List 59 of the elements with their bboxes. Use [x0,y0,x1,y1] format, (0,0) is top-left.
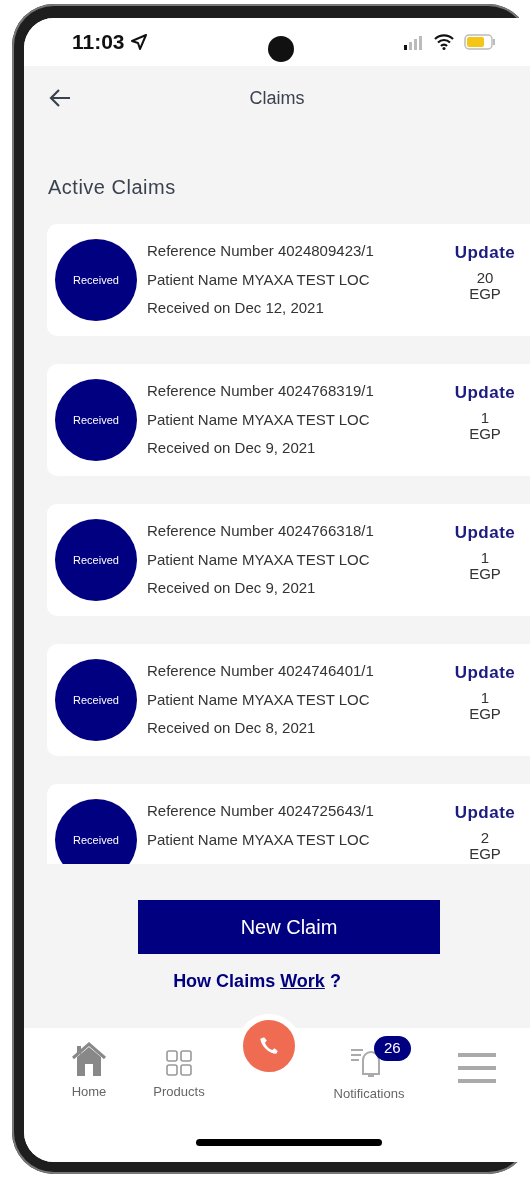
received-date: Received on Dec 12, 2021 [147,298,325,318]
amount-text: 20 [476,269,494,286]
amount-text: 1 [480,409,490,426]
home-tab[interactable]: Home [44,1028,134,1162]
status-circle: Received [55,239,137,321]
status-circle: Received [55,659,137,741]
currency-text: EGP [469,286,501,303]
currency-text: EGP [469,566,501,583]
status-circle: Received [55,799,137,864]
patient-text: Patient Name MYAXA TEST LOC [147,829,371,850]
received-date: Received on Dec 9, 2021 [147,438,317,458]
reference-text: Reference Number 4024725643/1 [147,801,375,821]
question-mark: ? [329,971,341,991]
currency-text: EGP [469,426,501,443]
reference-text: Reference Number 4024766318/1 [147,521,375,541]
page-title: Claims [248,86,306,110]
menu-icon[interactable] [458,1052,496,1084]
claim-card[interactable]: Received Reference Number 4024725643/1 Patient Name MYAXA TEST LOC Update 2 EGP [47,784,530,864]
status-circle: Received [55,379,137,461]
amount-text: 1 [480,549,490,566]
back-arrow-icon[interactable] [48,88,72,108]
home-icon [71,1042,107,1076]
phone-icon [258,1035,280,1057]
new-claim-button[interactable]: New Claim [138,900,440,954]
reference-text: Reference Number 4024768319/1 [147,381,375,401]
claim-card[interactable]: Received Reference Number 4024809423/1 Patient Name MYAXA TEST LOC Received on Dec 12, 2021 Update 20 EGP [47,224,530,336]
grid-icon [166,1050,192,1076]
update-link[interactable]: Update [454,380,516,406]
section-title: Active Claims [48,175,177,200]
status-circle: Received [55,519,137,601]
patient-text: Patient Name MYAXA TEST LOC [147,269,371,290]
amount-text: 2 [480,829,490,846]
claim-card[interactable]: Received Reference Number 4024768319/1 Patient Name MYAXA TEST LOC Received on Dec 9, 2021 Update 1 EGP [47,364,530,476]
notification-count: 26 [374,1036,411,1061]
products-tab[interactable]: Products [134,1028,224,1162]
help-text: How Claims [173,971,276,991]
update-link[interactable]: Update [454,660,516,686]
wifi-icon [434,34,454,50]
reference-text: Reference Number 4024809423/1 [147,241,375,261]
received-date: Received on Dec 9, 2021 [147,578,317,598]
currency-text: EGP [469,846,501,863]
update-link[interactable]: Update [454,800,516,826]
battery-icon [464,34,496,50]
amount-text: 1 [480,689,490,706]
currency-text: EGP [469,706,501,723]
claim-card[interactable]: Received Reference Number 4024746401/1 Patient Name MYAXA TEST LOC Received on Dec 8, 2021 Update 1 EGP [47,644,530,756]
signal-icon [404,36,424,50]
received-date: Received on Dec 8, 2021 [147,718,317,738]
help-link[interactable]: Work [280,971,325,991]
patient-text: Patient Name MYAXA TEST LOC [147,409,371,430]
status-time: 11:03 [72,29,125,56]
reference-text: Reference Number 4024746401/1 [147,661,375,681]
camera-hole [268,36,294,62]
location-arrow-icon [130,34,147,50]
patient-text: Patient Name MYAXA TEST LOC [147,549,371,570]
patient-text: Patient Name MYAXA TEST LOC [147,689,371,710]
update-link[interactable]: Update [454,520,516,546]
update-link[interactable]: Update [454,240,516,266]
claim-card[interactable]: Received Reference Number 4024766318/1 Patient Name MYAXA TEST LOC Received on Dec 9, 2021 Update 1 EGP [47,504,530,616]
